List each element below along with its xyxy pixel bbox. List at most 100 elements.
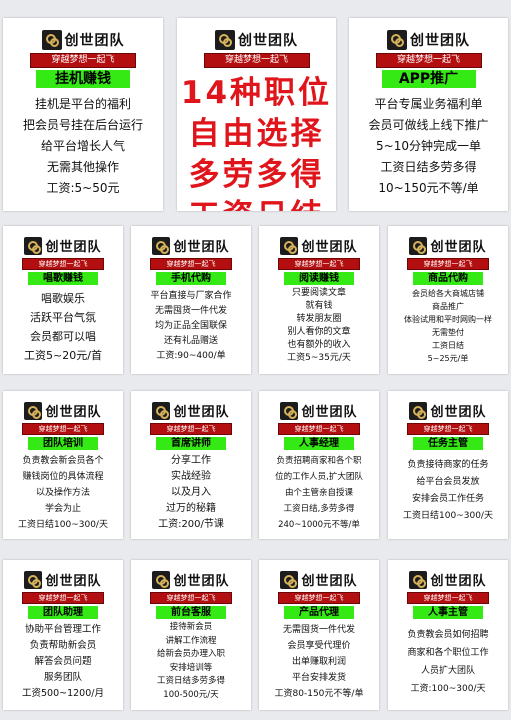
salary-line: 10~150元不等/单 — [378, 181, 479, 195]
desc-line: 工资日结,多劳多得 — [283, 504, 355, 514]
slogan-banner: 穿越梦想一起飞 — [150, 258, 232, 270]
logo-icon — [24, 570, 43, 589]
job-title: 产品代理 — [284, 606, 354, 619]
slogan-banner: 穿越梦想一起飞 — [203, 53, 310, 68]
job-title: 商品代购 — [413, 272, 483, 285]
slogan-banner: 穿越梦想一起飞 — [375, 53, 482, 68]
salary-line: 100-500元/天 — [163, 689, 219, 700]
logo-icon — [280, 570, 299, 589]
salary-line: 240~1000元不等/单 — [278, 520, 360, 530]
job-card-goods: 创世团队 穿越梦想一起飞 商品代购 会员给各大商城店铺 商品推广 体验试用和平时… — [388, 226, 508, 374]
brand: 创世团队 — [388, 401, 508, 420]
desc-line: 协助平台管理工作 — [24, 624, 101, 635]
desc-line: 别人看你的文章 — [287, 327, 351, 337]
desc-line: 解答会员问题 — [34, 656, 92, 667]
salary-line: 工资500~1200/月 — [22, 688, 104, 699]
brand: 创世团队 — [388, 236, 508, 255]
job-card-read: 创世团队 穿越梦想一起飞 阅读赚钱 只要阅读文章 就有钱 转发朋友圈 别人看你的… — [259, 226, 379, 374]
brand: 创世团队 — [259, 570, 379, 589]
desc-line: 工资日结多劳多得 — [156, 676, 225, 686]
desc-line: 会员可做线上线下推广 — [368, 118, 489, 132]
desc-line: 把会员号挂在后台运行 — [22, 118, 143, 132]
headline-line: 多劳多得 — [188, 157, 325, 193]
salary-line: 工资5~35元/天 — [287, 353, 351, 363]
desc-line: 无需囤货一件代发 — [282, 625, 355, 635]
desc-line: 服务团队 — [43, 672, 82, 683]
slogan-banner: 穿越梦想一起飞 — [150, 423, 232, 435]
job-card-guaji: 创世团队 穿越梦想一起飞 挂机赚钱 挂机是平台的福利 把会员号挂在后台运行 给平… — [3, 18, 163, 211]
desc-line: 负责教会新会员各个 — [22, 456, 104, 466]
logo-icon — [152, 236, 171, 255]
job-title: 团队助理 — [28, 606, 98, 619]
salary-line: 工资:90~400/单 — [156, 351, 226, 361]
desc-line: 无需其他操作 — [46, 160, 119, 174]
desc-line: 工资日结多劳多得 — [380, 160, 477, 174]
job-card-product-agent: 创世团队 穿越梦想一起飞 产品代理 无需囤货一件代发 会员享受代理价 出单赚取利… — [259, 560, 379, 710]
desc-line: 工资日结 — [432, 341, 464, 350]
desc-line: 负责招聘商家和各个职 — [276, 456, 362, 466]
slogan-banner: 穿越梦想一起飞 — [407, 258, 489, 270]
desc-line: 平台直接与厂家合作 — [150, 291, 232, 301]
desc-line: 以及月入 — [171, 487, 211, 498]
job-title: 人事经理 — [284, 437, 354, 450]
job-card-reception: 创世团队 穿越梦想一起飞 前台客服 接待新会员 讲解工作流程 给新会员办理入职 … — [131, 560, 251, 710]
brand: 创世团队 — [259, 236, 379, 255]
logo-icon — [215, 30, 235, 50]
headline-line: 自由选择 — [188, 116, 325, 152]
job-poster: { "brand": "创世团队", "slogan": "穿越梦想一起飞", … — [0, 0, 511, 720]
logo-icon — [152, 570, 171, 589]
slogan-banner: 穿越梦想一起飞 — [22, 258, 104, 270]
brand: 创世团队 — [388, 570, 508, 589]
desc-line: 赚钱岗位的具体流程 — [22, 472, 104, 482]
headline-line: 14种职位 — [180, 75, 333, 111]
job-title: 任务主管 — [413, 437, 483, 450]
logo-icon — [387, 30, 407, 50]
brand: 创世团队 — [259, 401, 379, 420]
slogan-banner: 穿越梦想一起飞 — [407, 592, 489, 604]
desc-line: 负责帮助新会员 — [29, 640, 97, 651]
desc-line: 给新会员办理入职 — [156, 649, 225, 659]
job-card-hr-supervisor: 创世团队 穿越梦想一起飞 人事主管 负责教会员如何招聘 商家和各个职位工作 人员… — [388, 560, 508, 710]
desc-line: 体验试用和平时网购一样 — [404, 315, 492, 324]
desc-line: 给平台会员发放 — [416, 477, 480, 487]
salary-line: 工资80-150元不等/单 — [274, 689, 364, 699]
job-card-assistant: 创世团队 穿越梦想一起飞 团队助理 协助平台管理工作 负责帮助新会员 解答会员问… — [3, 560, 123, 710]
job-card-training: 创世团队 穿越梦想一起飞 团队培训 负责教会新会员各个 赚钱岗位的具体流程 以及… — [3, 391, 123, 539]
desc-line: 活跃平台气氛 — [30, 311, 96, 324]
logo-icon — [409, 401, 428, 420]
desc-line: 由个主管亲自授课 — [284, 488, 353, 498]
desc-line: 人员扩大团队 — [420, 666, 475, 676]
desc-line: 也有额外的收入 — [287, 340, 351, 350]
center-card: 创世团队 穿越梦想一起飞 14种职位 自由选择 多劳多得 工资日结 — [177, 18, 336, 211]
slogan-banner: 穿越梦想一起飞 — [22, 592, 104, 604]
desc-line: 会员享受代理价 — [287, 641, 351, 651]
brand: 创世团队 — [349, 30, 508, 50]
desc-line: 会员给各大商城店铺 — [412, 289, 484, 298]
slogan-banner: 穿越梦想一起飞 — [278, 423, 360, 435]
job-title: 前台客服 — [156, 606, 226, 619]
job-title: 阅读赚钱 — [284, 272, 354, 285]
logo-icon — [41, 30, 62, 50]
desc-line: 还有礼品赠送 — [163, 336, 218, 346]
desc-line: 均为正品全国联保 — [154, 321, 227, 331]
desc-line: 平台安排发货 — [291, 673, 346, 683]
salary-line: 工资:5~50元 — [46, 181, 120, 195]
brand: 创世团队 — [3, 30, 163, 50]
job-title: APP推广 — [381, 70, 476, 88]
job-card-app: 创世团队 穿越梦想一起飞 APP推广 平台专属业务福利单 会员可做线上线下推广 … — [349, 18, 508, 211]
job-card-lecturer: 创世团队 穿越梦想一起飞 首席讲师 分享工作 实战经验 以及月入 过万的秘籍 工… — [131, 391, 251, 539]
job-title: 人事主管 — [413, 606, 483, 619]
job-title: 唱歌赚钱 — [28, 272, 98, 285]
logo-icon — [280, 236, 299, 255]
desc-line: 商家和各个职位工作 — [407, 648, 489, 658]
slogan-banner: 穿越梦想一起飞 — [150, 592, 232, 604]
desc-line: 位的工作人员,扩大团队 — [275, 472, 363, 482]
job-card-sing: 创世团队 穿越梦想一起飞 唱歌赚钱 唱歌娱乐 活跃平台气氛 会员都可以唱 工资5… — [3, 226, 123, 374]
desc-line: 会员都可以唱 — [30, 330, 96, 343]
desc-line: 无需囤货一件代发 — [154, 306, 227, 316]
brand: 创世团队 — [3, 236, 123, 255]
salary-line: 工资日结100~300/天 — [403, 511, 493, 521]
desc-line: 转发朋友圈 — [296, 314, 342, 324]
job-title: 手机代购 — [156, 272, 226, 285]
headline-line: 工资日结 — [177, 196, 336, 211]
